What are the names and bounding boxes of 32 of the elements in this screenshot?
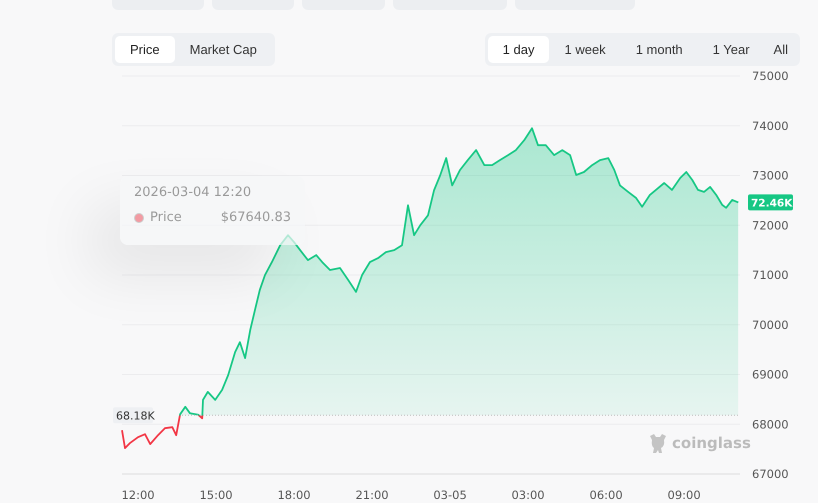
tab[interactable]: 1 week	[549, 36, 621, 63]
tab[interactable]: 1 day	[488, 36, 550, 63]
axis-label: 68000	[752, 417, 789, 432]
axis-label: 18:00	[277, 488, 311, 502]
axis-label: 67000	[752, 467, 789, 481]
axis-label: 71000	[752, 268, 789, 282]
axis-label: 15:00	[199, 488, 233, 502]
tab[interactable]: 1 month	[620, 36, 698, 63]
axis-label: 06:00	[590, 488, 623, 502]
tab[interactable]: Market Cap	[174, 36, 272, 63]
axis-label: 72000	[752, 218, 789, 232]
axis-label: 74000	[752, 118, 789, 133]
brand-name: coinglass	[672, 434, 751, 452]
reference-line: 68.18K	[113, 407, 740, 424]
ref-line-label: 68.18K	[116, 409, 156, 422]
axis-label: 12:00	[121, 488, 155, 502]
mascot-icon	[648, 432, 668, 454]
axis-label: 21:00	[355, 488, 389, 502]
tooltip-value: $67640.83	[220, 210, 291, 225]
tab[interactable]: Price	[115, 36, 175, 63]
axis-label: 73000	[752, 168, 789, 182]
axis-label: 69000	[752, 368, 789, 382]
axis-label: 09:00	[668, 488, 701, 502]
axis-label: 03-05	[433, 488, 467, 502]
axis-label: 75000	[752, 70, 789, 83]
tab[interactable]: 1 Year	[698, 36, 765, 63]
series-name: Price	[150, 210, 182, 225]
tooltip-time: 2026-03-04 12:20	[134, 185, 252, 200]
tab[interactable]: All	[764, 36, 797, 63]
axis-label: 03:00	[512, 488, 545, 502]
last-price-label: 72.46K	[748, 194, 793, 210]
axis-label: 70000	[752, 318, 789, 332]
